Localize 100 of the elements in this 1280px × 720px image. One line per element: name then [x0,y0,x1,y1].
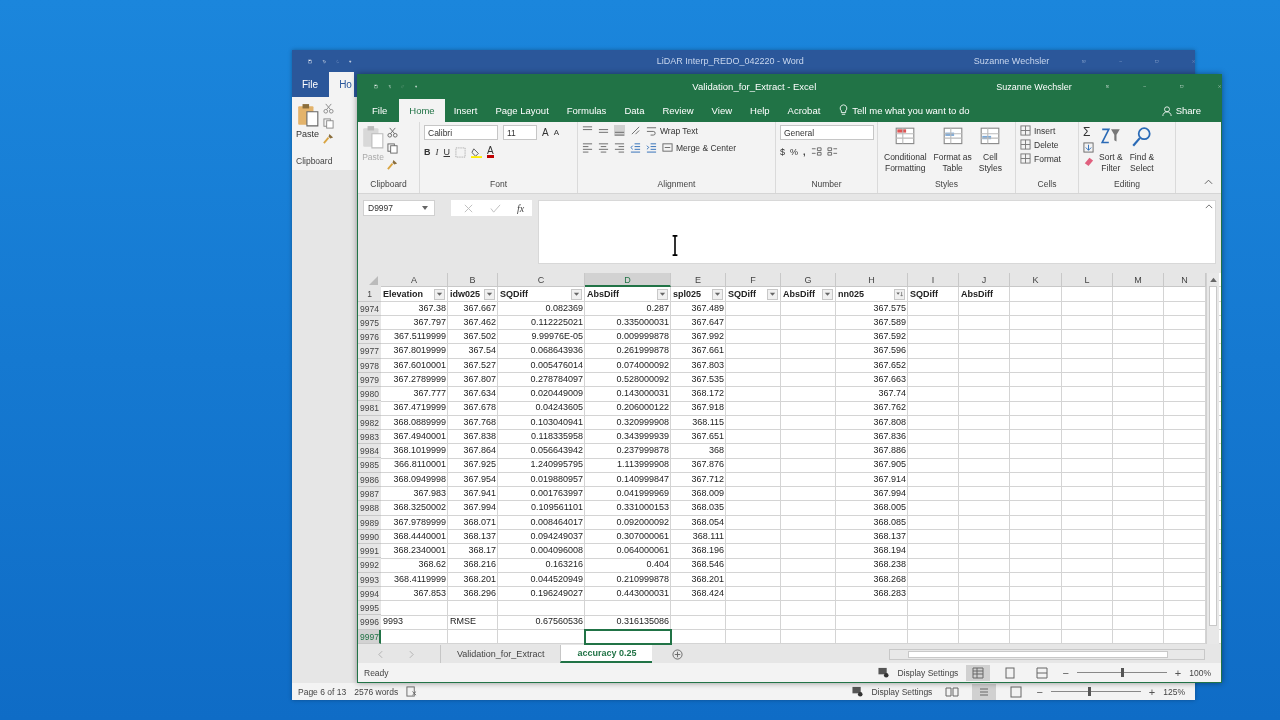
align-left-icon[interactable] [582,142,593,153]
row-header[interactable]: 9988 [358,501,381,516]
row-header[interactable]: 9984 [358,444,381,459]
ribbon-tab[interactable]: Acrobat [778,99,830,122]
customize-icon[interactable] [349,57,352,65]
styles-button[interactable]: Conditional Formatting [882,125,929,174]
scissors-icon[interactable] [387,127,398,138]
zoom-out-button[interactable]: − [1062,666,1069,679]
selected-cell[interactable] [584,628,672,645]
proofing-icon[interactable] [406,686,418,697]
row-header[interactable]: 9996 [358,615,381,630]
decrease-decimal-icon[interactable] [826,146,838,157]
editing-button[interactable]: Find & Select [1127,125,1157,174]
display-settings-icon[interactable] [852,686,864,697]
styles-button[interactable]: Cell Styles [976,125,1004,174]
orientation-icon[interactable] [630,125,641,136]
row-header[interactable]: 9981 [358,401,381,416]
column-header[interactable]: K [1010,273,1062,288]
filter-button[interactable] [571,288,582,300]
row-header[interactable]: 9985 [358,458,381,473]
ribbon-tab[interactable]: View [702,99,742,122]
row-header[interactable]: 9995 [358,601,381,616]
cells-button[interactable]: Insert [1020,125,1056,136]
copy-icon[interactable] [323,118,334,129]
underline-button[interactable]: U [443,147,450,157]
normal-view-icon[interactable] [966,664,991,681]
bold-button[interactable]: B [424,147,431,157]
align-right-icon[interactable] [614,142,625,153]
ribbon-tab[interactable]: Insert [444,99,487,122]
bottom-align-icon[interactable] [614,125,625,136]
paste-button[interactable]: Paste [296,103,319,144]
grow-font-button[interactable]: A [542,127,549,138]
column-header[interactable]: E [671,273,726,288]
word-count[interactable]: 2576 words [354,686,399,697]
cells-button[interactable]: Delete [1020,139,1059,150]
font-size-field[interactable]: 11 [503,125,537,140]
column-header[interactable]: I [908,273,959,288]
column-header[interactable]: F [726,273,781,288]
scissors-icon[interactable] [323,103,334,114]
currency-button[interactable]: $ [780,146,785,157]
ribbon-tab[interactable]: Ho [329,72,354,97]
column-header[interactable]: C [498,273,585,288]
filter-button[interactable] [657,288,668,300]
scroll-up-icon[interactable] [1209,277,1217,282]
display-settings[interactable]: Display Settings [871,686,933,697]
eraser-icon[interactable] [1083,156,1094,167]
row-header[interactable]: 9980 [358,387,381,402]
column-header[interactable]: N [1164,273,1206,288]
scrollbar-thumb[interactable] [1209,286,1217,626]
percent-button[interactable]: % [790,146,799,157]
filter-button[interactable] [434,288,445,300]
column-header[interactable]: A [381,273,448,288]
zoom-thumb[interactable] [1120,668,1124,677]
insert-function-button[interactable]: fx [517,202,525,214]
ribbon-tab[interactable]: Data [615,99,654,122]
collapse-formula-icon[interactable] [1205,204,1213,209]
filter-button[interactable] [822,288,833,300]
font-color-button[interactable]: A [487,146,494,158]
font-name-field[interactable]: Calibri [424,125,498,140]
print-layout-icon[interactable] [972,683,997,700]
column-header[interactable]: J [959,273,1010,288]
ribbon-tab[interactable]: Help [741,99,779,122]
row-header[interactable]: 9992 [358,558,381,573]
display-settings[interactable]: Display Settings [897,667,959,678]
styles-button[interactable]: Format as Table [931,125,974,174]
user-name[interactable]: Suzanne Wechsler [973,56,1050,66]
row-header[interactable]: 9976 [358,330,381,345]
row-header[interactable]: 9991 [358,544,381,559]
page-count[interactable]: Page 6 of 13 [298,686,347,697]
ribbon-tab[interactable]: Home [399,99,445,122]
column-header[interactable]: D [585,273,671,288]
brush-icon[interactable] [323,133,334,144]
cells-button[interactable]: Format [1020,153,1061,164]
zoom-out-button[interactable]: − [1036,685,1043,698]
column-header[interactable]: G [781,273,836,288]
lightbulb-icon[interactable] [839,104,849,116]
scrollbar-thumb[interactable] [908,650,1168,658]
close-icon[interactable] [1217,82,1222,91]
increase-decimal-icon[interactable] [810,146,822,157]
zoom-in-button[interactable]: + [1148,685,1156,698]
zoom-level[interactable]: 100% [1189,667,1211,678]
cancel-icon[interactable] [463,202,474,214]
name-box[interactable]: D9997 [363,200,435,216]
enter-icon[interactable] [490,202,501,214]
row-header[interactable]: 9977 [358,344,381,359]
share-button[interactable]: Share [1161,99,1221,122]
ribbon-tab[interactable]: Formulas [557,99,616,122]
merge-center-button[interactable]: Merge & Center [662,142,736,153]
decrease-indent-icon[interactable] [630,142,641,153]
formula-field[interactable] [538,200,1216,264]
collapse-ribbon-icon[interactable] [1204,179,1213,185]
copy-icon[interactable] [387,143,398,154]
ribbon-tab[interactable]: Review [653,99,703,122]
zoom-thumb[interactable] [1087,687,1091,696]
wrap-text-button[interactable]: Wrap Text [646,125,698,136]
filter-button[interactable] [484,288,495,300]
italic-button[interactable]: I [435,147,439,157]
row-header[interactable]: 1 [358,287,381,302]
editing-button[interactable]: Sort & Filter [1097,125,1125,174]
display-settings-icon[interactable] [878,667,890,678]
